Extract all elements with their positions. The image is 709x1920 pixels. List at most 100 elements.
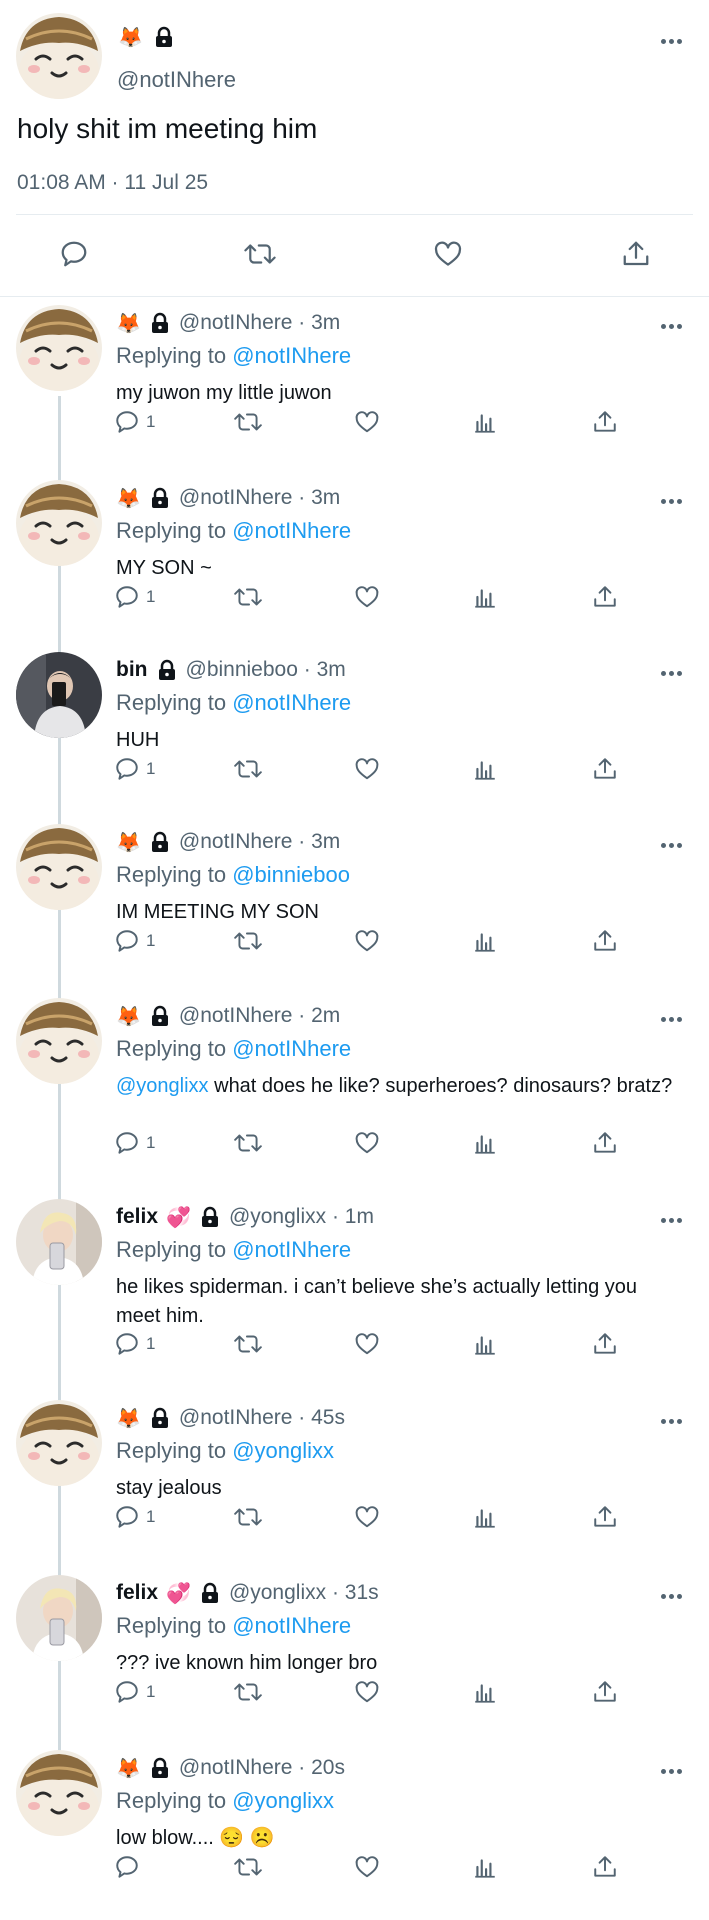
replying-to-mention[interactable]: @binnieboo xyxy=(232,862,350,887)
photo-avatar-felix[interactable] xyxy=(16,1575,102,1661)
retweet-icon[interactable] xyxy=(233,926,263,956)
share-icon[interactable] xyxy=(592,582,618,612)
reply-display-name[interactable]: bin xyxy=(116,658,148,682)
replying-to-mention[interactable]: @yonglixx xyxy=(232,1788,334,1813)
share-icon[interactable] xyxy=(592,1329,618,1359)
reply-tweet[interactable]: felix 💞 @yonglixx · 1m Replying to @notINhe… xyxy=(0,1199,709,1389)
like-icon[interactable] xyxy=(353,1128,381,1158)
share-icon[interactable] xyxy=(592,1128,618,1158)
like-icon[interactable] xyxy=(353,1329,381,1359)
more-options-icon[interactable] xyxy=(661,496,687,506)
reply-icon[interactable]: 1 xyxy=(114,1329,155,1359)
photo-avatar-felix[interactable] xyxy=(16,1199,102,1285)
reply-icon[interactable]: 1 xyxy=(114,754,155,784)
replying-to-mention[interactable]: @yonglixx xyxy=(232,1438,334,1463)
reply-tweet[interactable]: bin @binnieboo · 3m Replying to @notINhere… xyxy=(0,652,709,812)
reply-handle-time[interactable]: @notINhere · 45s xyxy=(179,1406,345,1430)
retweet-icon[interactable] xyxy=(233,1677,263,1707)
mention-link[interactable]: @yonglixx xyxy=(116,1075,209,1097)
replying-to-mention[interactable]: @notINhere xyxy=(232,690,351,715)
views-icon[interactable] xyxy=(472,582,498,612)
reply-tweet[interactable]: 🦊 @notINhere · 45s Replying to @yonglixx st… xyxy=(0,1400,709,1560)
share-icon[interactable] xyxy=(618,236,654,272)
share-icon[interactable] xyxy=(592,926,618,956)
like-icon[interactable] xyxy=(353,926,381,956)
views-icon[interactable] xyxy=(472,1502,498,1532)
reply-icon[interactable]: 1 xyxy=(114,1677,155,1707)
like-icon[interactable] xyxy=(353,1852,381,1882)
reply-icon[interactable]: 1 xyxy=(114,1128,155,1158)
retweet-icon[interactable] xyxy=(242,236,278,272)
share-icon[interactable] xyxy=(592,1852,618,1882)
main-timestamp[interactable]: 01:08 AM · 11 Jul 25 xyxy=(17,171,208,195)
replying-to-mention[interactable]: @notINhere xyxy=(232,1036,351,1061)
plushie-avatar[interactable] xyxy=(16,305,102,391)
more-options-icon[interactable] xyxy=(661,1766,687,1776)
reply-handle-time[interactable]: @yonglixx · 1m xyxy=(229,1205,374,1229)
views-icon[interactable] xyxy=(472,1852,498,1882)
replying-to-mention[interactable]: @notINhere xyxy=(232,518,351,543)
plushie-avatar[interactable] xyxy=(16,13,102,99)
reply-handle-time[interactable]: @binnieboo · 3m xyxy=(186,658,346,682)
views-icon[interactable] xyxy=(472,1677,498,1707)
retweet-icon[interactable] xyxy=(233,1128,263,1158)
like-icon[interactable] xyxy=(353,754,381,784)
reply-icon[interactable] xyxy=(114,1852,140,1882)
reply-handle-time[interactable]: @notINhere · 20s xyxy=(179,1756,345,1780)
more-options-icon[interactable] xyxy=(661,36,687,46)
replying-to-mention[interactable]: @notINhere xyxy=(232,343,351,368)
more-options-icon[interactable] xyxy=(661,1416,687,1426)
plushie-avatar[interactable] xyxy=(16,480,102,566)
reply-handle-time[interactable]: @yonglixx · 31s xyxy=(229,1581,379,1605)
share-icon[interactable] xyxy=(592,754,618,784)
more-options-icon[interactable] xyxy=(661,1591,687,1601)
reply-tweet[interactable]: felix 💞 @yonglixx · 31s Replying to @notINh… xyxy=(0,1575,709,1735)
replying-to-mention[interactable]: @notINhere xyxy=(232,1613,351,1638)
retweet-icon[interactable] xyxy=(233,754,263,784)
more-options-icon[interactable] xyxy=(661,1215,687,1225)
reply-icon[interactable]: 1 xyxy=(114,926,155,956)
main-handle[interactable]: @notINhere xyxy=(117,67,236,93)
plushie-avatar[interactable] xyxy=(16,998,102,1084)
views-icon[interactable] xyxy=(472,1329,498,1359)
reply-tweet[interactable]: 🦊 @notINhere · 20s Replying to @yonglixx lo… xyxy=(0,1750,709,1910)
reply-handle-time[interactable]: @notINhere · 3m xyxy=(179,830,340,854)
reply-handle-time[interactable]: @notINhere · 2m xyxy=(179,1004,340,1028)
plushie-avatar[interactable] xyxy=(16,824,102,910)
retweet-icon[interactable] xyxy=(233,407,263,437)
replying-to-mention[interactable]: @notINhere xyxy=(232,1237,351,1262)
reply-icon[interactable] xyxy=(56,236,92,272)
retweet-icon[interactable] xyxy=(233,1852,263,1882)
like-icon[interactable] xyxy=(353,1502,381,1532)
reply-tweet[interactable]: 🦊 @notINhere · 3m Replying to @notINhere my… xyxy=(0,305,709,465)
more-options-icon[interactable] xyxy=(661,840,687,850)
plushie-avatar[interactable] xyxy=(16,1750,102,1836)
reply-display-name[interactable]: felix xyxy=(116,1581,158,1605)
retweet-icon[interactable] xyxy=(233,1502,263,1532)
reply-tweet[interactable]: 🦊 @notINhere · 2m Replying to @notINhere @y… xyxy=(0,998,709,1188)
reply-display-name[interactable]: felix xyxy=(116,1205,158,1229)
more-options-icon[interactable] xyxy=(661,668,687,678)
reply-icon[interactable]: 1 xyxy=(114,407,155,437)
retweet-icon[interactable] xyxy=(233,1329,263,1359)
share-icon[interactable] xyxy=(592,1502,618,1532)
like-icon[interactable] xyxy=(353,1677,381,1707)
reply-icon[interactable]: 1 xyxy=(114,1502,155,1532)
views-icon[interactable] xyxy=(472,407,498,437)
reply-handle-time[interactable]: @notINhere · 3m xyxy=(179,486,340,510)
views-icon[interactable] xyxy=(472,926,498,956)
like-icon[interactable] xyxy=(353,407,381,437)
reply-tweet[interactable]: 🦊 @notINhere · 3m Replying to @notINhere MY… xyxy=(0,480,709,640)
more-options-icon[interactable] xyxy=(661,321,687,331)
like-icon[interactable] xyxy=(430,236,466,272)
views-icon[interactable] xyxy=(472,754,498,784)
more-options-icon[interactable] xyxy=(661,1014,687,1024)
plushie-avatar[interactable] xyxy=(16,1400,102,1486)
reply-icon[interactable]: 1 xyxy=(114,582,155,612)
reply-handle-time[interactable]: @notINhere · 3m xyxy=(179,311,340,335)
photo-avatar-bin[interactable] xyxy=(16,652,102,738)
retweet-icon[interactable] xyxy=(233,582,263,612)
reply-tweet[interactable]: 🦊 @notINhere · 3m Replying to @binnieboo IM… xyxy=(0,824,709,984)
like-icon[interactable] xyxy=(353,582,381,612)
share-icon[interactable] xyxy=(592,407,618,437)
